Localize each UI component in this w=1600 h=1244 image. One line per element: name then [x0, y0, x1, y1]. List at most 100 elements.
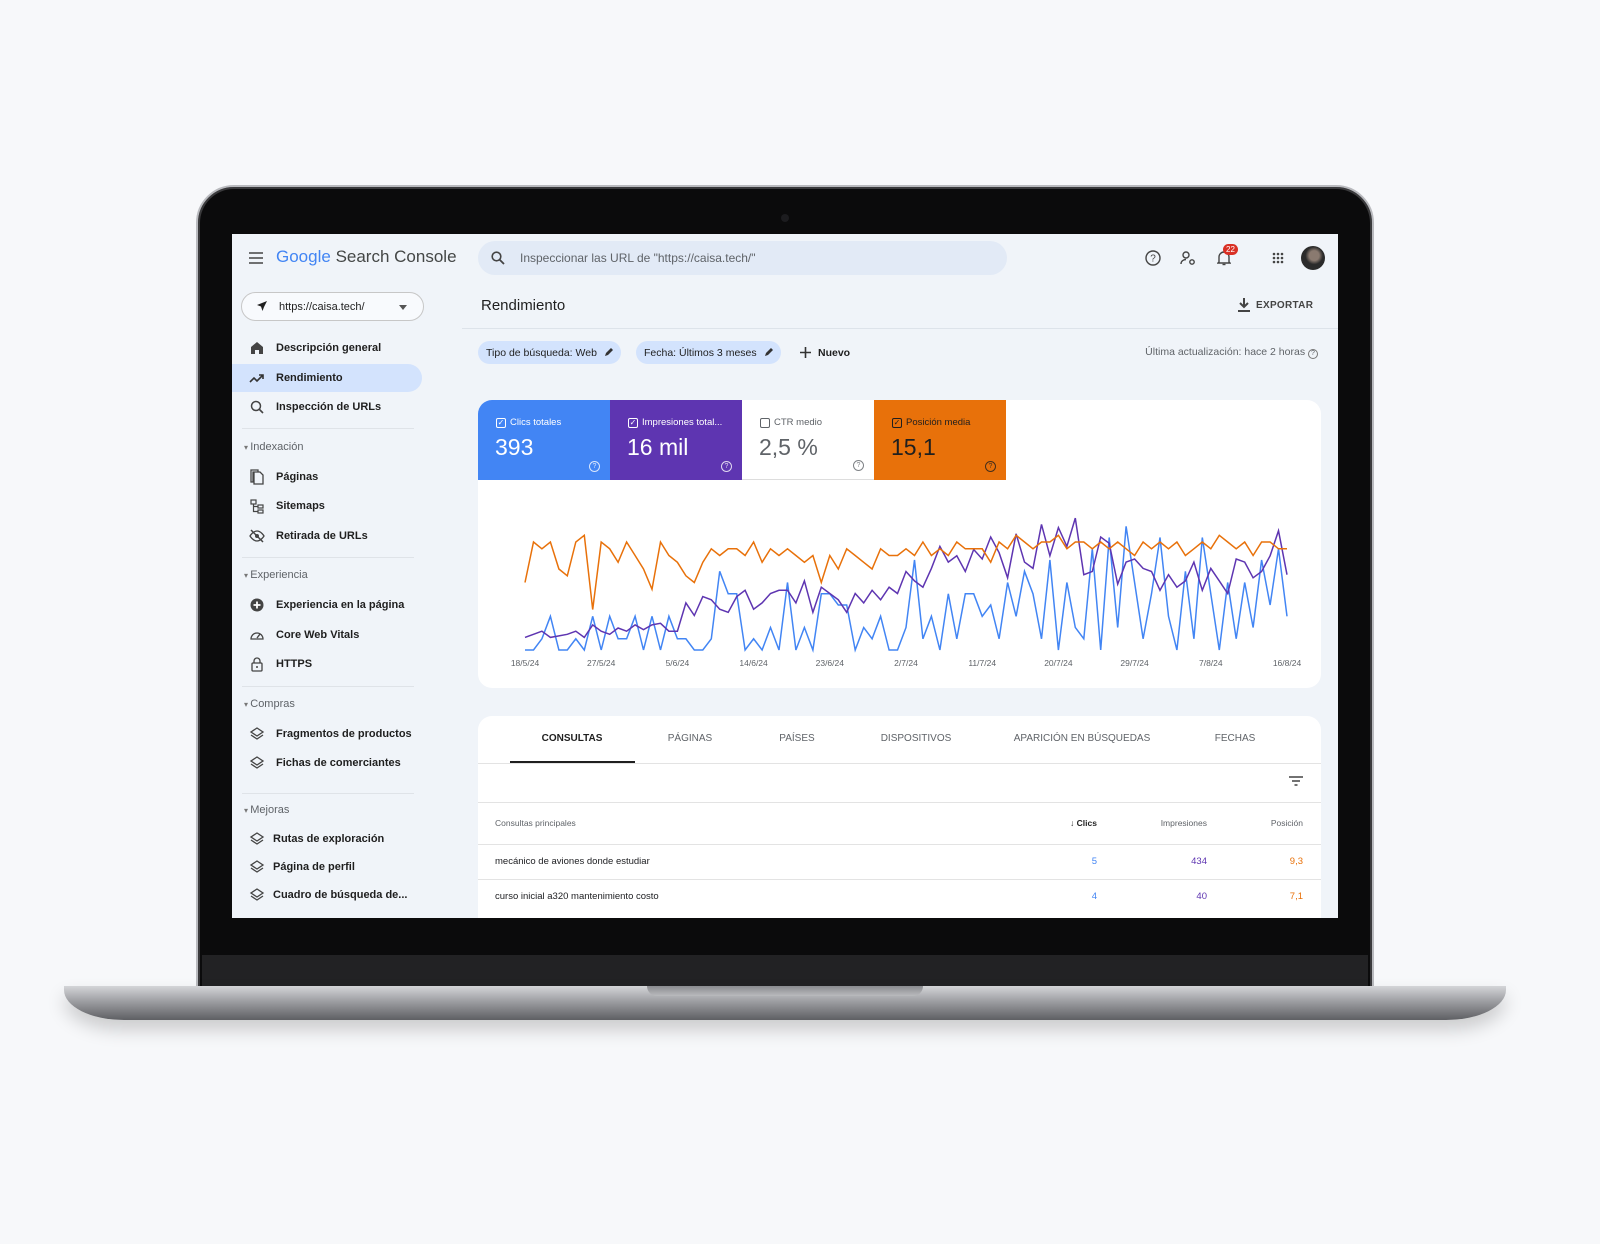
notifications-icon[interactable]: 22 — [1215, 244, 1238, 267]
impressions-cell: 434 — [1191, 856, 1207, 867]
x-tick-label: 14/6/24 — [739, 658, 768, 668]
x-tick-label: 2/7/24 — [894, 658, 918, 668]
sidebar-item-retirada-de-urls[interactable]: Retirada de URLs — [232, 522, 422, 550]
property-url: https://caisa.tech/ — [279, 301, 365, 313]
eye-off-icon — [249, 528, 265, 544]
x-tick-label: 5/6/24 — [665, 658, 690, 668]
help-icon[interactable]: ? — [1144, 249, 1162, 267]
x-tick-label: 27/5/24 — [587, 658, 616, 668]
last-updated-text: Última actualización: hace 2 horas — [1145, 346, 1306, 358]
column-header-clicks[interactable]: ↓ Clics — [1070, 818, 1097, 828]
laptop-base — [64, 986, 1506, 1020]
filter-chip-label: Fecha: Últimos 3 meses — [644, 346, 757, 359]
logo-google: Google — [276, 247, 331, 266]
sidebar-section-indexación[interactable]: Indexación — [244, 441, 303, 453]
sidebar-item-label: Sitemaps — [276, 500, 325, 512]
sidebar-divider — [242, 557, 414, 558]
sidebar-divider — [242, 686, 414, 687]
sidebar-item-label: Core Web Vitals — [276, 629, 360, 641]
laptop-chin — [202, 955, 1368, 989]
performance-chart-card: ✓ Clics totales 393? ✓ Impresiones total... 1… — [478, 400, 1321, 688]
filter-chip-search-type[interactable]: Tipo de búsqueda: Web — [478, 341, 621, 364]
position-cell: 9,3 — [1289, 856, 1303, 867]
column-header-position[interactable]: Posición — [1271, 818, 1303, 828]
sidebar-item-experiencia-en-la-página[interactable]: Experiencia en la página — [232, 591, 422, 619]
trending-up-icon — [249, 370, 265, 386]
filter-chip-label: Tipo de búsqueda: Web — [486, 346, 597, 359]
plus-icon — [800, 347, 811, 358]
sidebar-item-core-web-vitals[interactable]: Core Web Vitals — [232, 621, 422, 649]
menu-icon[interactable] — [246, 248, 266, 268]
sitemap-icon — [249, 498, 265, 514]
lock-icon — [249, 656, 265, 672]
new-filter-label: Nuevo — [818, 346, 851, 359]
tab-aparición-en-búsquedas[interactable]: APARICIÓN EN BÚSQUEDAS — [1014, 733, 1151, 744]
last-updated: Última actualización: hace 2 horas ? — [1145, 346, 1318, 359]
new-filter-button[interactable]: Nuevo — [792, 341, 858, 364]
sidebar-item-fragmentos-de-productos[interactable]: Fragmentos de productos — [232, 720, 422, 748]
filter-icon[interactable] — [1288, 774, 1304, 788]
sidebar-item-cuadro-de-búsqueda-de-[interactable]: Cuadro de búsqueda de... — [232, 881, 422, 909]
sidebar-item-label: Página de perfil — [273, 861, 355, 873]
layers-icon — [249, 726, 265, 742]
clicks-cell: 4 — [1091, 891, 1097, 902]
row-divider — [478, 879, 1321, 880]
search-icon — [249, 399, 265, 415]
sidebar-item-label: Descripción general — [276, 342, 382, 354]
tab-fechas[interactable]: FECHAS — [1215, 733, 1256, 744]
gauge-icon — [249, 627, 265, 643]
sidebar-item-inspección-de-urls[interactable]: Inspección de URLs — [232, 393, 422, 421]
apps-icon[interactable] — [1269, 249, 1287, 267]
avatar[interactable] — [1301, 246, 1325, 270]
x-tick-label: 20/7/24 — [1044, 658, 1073, 668]
sort-arrow-down-icon: ↓ — [1070, 818, 1077, 828]
sidebar-item-página-de-perfil[interactable]: Página de perfil — [232, 853, 422, 881]
tab-países[interactable]: PAÍSES — [779, 733, 814, 744]
column-header-clicks-label: Clics — [1076, 818, 1097, 828]
camera — [781, 214, 789, 222]
sidebar-item-label: Rendimiento — [276, 372, 343, 384]
sidebar-item-fichas-de-comerciantes[interactable]: Fichas de comerciantes — [232, 749, 422, 777]
notification-badge: 22 — [1223, 244, 1238, 255]
x-tick-label: 23/6/24 — [815, 658, 844, 668]
position-cell: 7,1 — [1289, 891, 1303, 902]
logo[interactable]: Google Search Console — [276, 247, 457, 267]
svg-text:?: ? — [1150, 254, 1156, 265]
sidebar-item-https[interactable]: HTTPS — [232, 650, 422, 678]
column-header-query: Consultas principales — [495, 818, 576, 828]
pages-icon — [249, 469, 265, 485]
sidebar-item-rutas-de-exploración[interactable]: Rutas de exploración — [232, 825, 422, 853]
sidebar-item-label: Retirada de URLs — [276, 530, 368, 542]
sidebar-item-label: Cuadro de búsqueda de... — [273, 889, 408, 901]
tab-páginas[interactable]: PÁGINAS — [668, 733, 712, 744]
user-settings-icon[interactable] — [1179, 249, 1197, 267]
x-tick-label: 29/7/24 — [1120, 658, 1149, 668]
tab-consultas[interactable]: CONSULTAS — [542, 733, 603, 744]
data-table-card: CONSULTAS PÁGINAS PAÍSES DISPOSITIVOS APARIC… — [478, 716, 1321, 918]
layers-icon — [249, 831, 265, 847]
filter-chip-date[interactable]: Fecha: Últimos 3 meses — [636, 341, 781, 364]
sidebar-section-mejoras[interactable]: Mejoras — [244, 804, 289, 816]
export-button[interactable]: EXPORTAR — [1238, 298, 1313, 312]
tab-dispositivos[interactable]: DISPOSITIVOS — [881, 733, 952, 744]
sidebar-section-compras[interactable]: Compras — [244, 698, 295, 710]
chevron-down-icon — [398, 303, 408, 311]
export-label: EXPORTAR — [1256, 299, 1314, 311]
sidebar-item-sitemaps[interactable]: Sitemaps — [232, 492, 422, 520]
url-inspection-search[interactable]: Inspeccionar las URL de "https://caisa.t… — [478, 241, 1007, 275]
sidebar-divider — [242, 793, 414, 794]
sidebar-section-experiencia[interactable]: Experiencia — [244, 569, 307, 581]
help-icon[interactable]: ? — [1308, 349, 1318, 359]
property-selector[interactable]: https://caisa.tech/ — [241, 292, 424, 321]
sidebar-item-rendimiento[interactable]: Rendimiento — [232, 364, 422, 392]
layers-icon — [249, 887, 265, 903]
clicks-cell: 5 — [1091, 856, 1097, 867]
sidebar-item-descripción-general[interactable]: Descripción general — [232, 334, 422, 362]
download-icon — [1238, 298, 1250, 312]
page-title: Rendimiento — [481, 297, 566, 314]
search-icon — [490, 250, 506, 266]
search-console-app: Google Search Console Inspeccionar las U… — [232, 234, 1338, 918]
edit-icon — [604, 348, 613, 356]
column-header-impressions[interactable]: Impresiones — [1161, 818, 1207, 828]
sidebar-item-páginas[interactable]: Páginas — [232, 463, 422, 491]
